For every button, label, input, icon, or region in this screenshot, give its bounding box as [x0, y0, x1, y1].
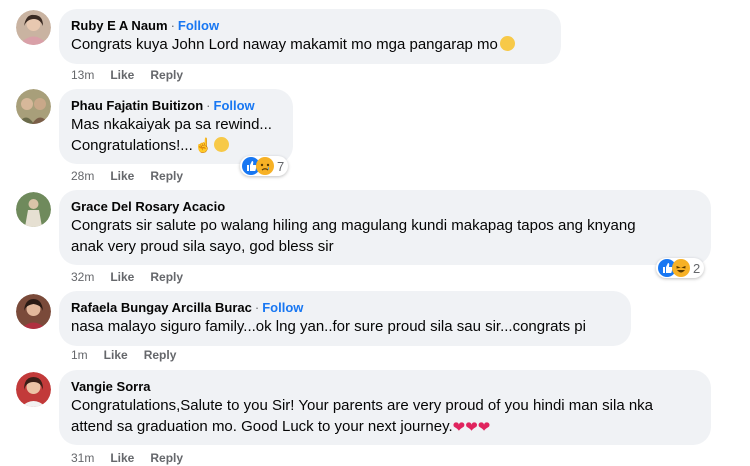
timestamp[interactable]: 31m — [71, 450, 94, 466]
comment-actions: 1m Like Reply — [71, 347, 192, 363]
comment-line: Congrats sir salute po walang hiling ang… — [71, 217, 636, 234]
like-button[interactable]: Like — [110, 450, 134, 466]
commenter-name[interactable]: Ruby E A Naum — [71, 18, 168, 33]
commenter-name[interactable]: Rafaela Bungay Arcilla Burac — [71, 300, 252, 315]
follow-button[interactable]: Follow — [214, 98, 255, 113]
reply-button[interactable]: Reply — [150, 450, 183, 466]
comment-item: Grace Del Rosary Acacio Congrats sir sal… — [0, 186, 750, 286]
comment-text: Congrats kuya John Lord naway makamit mo… — [71, 34, 549, 55]
like-button[interactable]: Like — [110, 168, 134, 184]
comment-actions: 32m Like Reply — [71, 269, 199, 285]
timestamp[interactable]: 32m — [71, 269, 94, 285]
comment-line: Congratulations!... ☝ — [71, 135, 281, 156]
comment-text: Congrats sir salute po walang hiling ang… — [71, 215, 699, 257]
commenter-name[interactable]: Phau Fajatin Buitizon — [71, 98, 203, 113]
reaction-summary[interactable]: 7 — [240, 156, 289, 176]
timestamp[interactable]: 28m — [71, 168, 94, 184]
comment-actions: 31m Like Reply — [71, 450, 199, 466]
like-button[interactable]: Like — [110, 67, 134, 83]
comment-bubble: Grace Del Rosary Acacio Congrats sir sal… — [59, 190, 711, 265]
comment-bubble: Vangie Sorra Congratulations,Salute to y… — [59, 370, 711, 445]
comment-bubble: Rafaela Bungay Arcilla Burac · Follow nasa… — [59, 291, 631, 346]
separator-dot: · — [206, 98, 211, 113]
pointing-finger-emoji: ☝ — [194, 137, 213, 153]
sad-icon — [256, 157, 274, 175]
reaction-summary[interactable]: 2 — [656, 258, 705, 278]
reply-button[interactable]: Reply — [150, 269, 183, 285]
reply-button[interactable]: Reply — [144, 347, 177, 363]
comment-actions: 13m Like Reply — [71, 67, 199, 83]
comment-line: Congratulations,Salute to you Sir! Your … — [71, 397, 654, 414]
comment-line: Congrats kuya John Lord naway makamit mo… — [71, 34, 549, 55]
comment-line: anak very proud sila sayo, god bless sir — [71, 238, 334, 255]
comment-text: Congratulations,Salute to you Sir! Your … — [71, 395, 699, 438]
comment-text: Mas nkakaiyak pa sa rewind... Congratula… — [71, 114, 281, 156]
smiling-face-emoji — [214, 137, 230, 152]
comment-item: Vangie Sorra Congratulations,Salute to y… — [0, 366, 750, 465]
heart-face-emoji: ❤ — [465, 419, 478, 436]
comment-text: nasa malayo siguro family...ok lng yan..… — [71, 316, 619, 337]
grinning-face-emoji — [499, 36, 515, 51]
avatar[interactable] — [16, 89, 51, 124]
timestamp[interactable]: 13m — [71, 67, 94, 83]
timestamp[interactable]: 1m — [71, 347, 88, 363]
separator-dot: · — [254, 300, 260, 315]
comment-item: Ruby E A Naum · Follow Congrats kuya John … — [0, 0, 750, 86]
comment-line: Mas nkakaiyak pa sa rewind... — [71, 116, 272, 133]
separator-dot: · — [170, 18, 175, 33]
comment-item: Phau Fajatin Buitizon · Follow Mas nkakaiy… — [0, 86, 750, 186]
haha-icon — [672, 259, 690, 277]
comment-bubble: Ruby E A Naum · Follow Congrats kuya John … — [59, 9, 561, 64]
like-button[interactable]: Like — [104, 347, 128, 363]
follow-button[interactable]: Follow — [178, 18, 219, 33]
reaction-count: 7 — [277, 158, 285, 174]
heart-face-emoji: ❤ — [477, 419, 491, 436]
avatar[interactable] — [16, 372, 51, 407]
avatar[interactable] — [16, 10, 51, 45]
follow-button[interactable]: Follow — [262, 300, 303, 315]
comment-actions: 28m Like Reply — [71, 168, 199, 184]
commenter-name[interactable]: Vangie Sorra — [71, 379, 150, 394]
avatar[interactable] — [16, 192, 51, 227]
like-button[interactable]: Like — [110, 269, 134, 285]
reply-button[interactable]: Reply — [150, 67, 183, 83]
comment-bubble: Phau Fajatin Buitizon · Follow Mas nkakaiy… — [59, 89, 293, 164]
comment-line: attend sa graduation mo. Good Luck to yo… — [71, 418, 491, 436]
reaction-count: 2 — [693, 260, 701, 276]
heart-face-emoji: ❤ — [452, 419, 466, 436]
comment-line: nasa malayo siguro family...ok lng yan..… — [71, 318, 586, 335]
avatar[interactable] — [16, 294, 51, 329]
reply-button[interactable]: Reply — [150, 168, 183, 184]
comment-item: Rafaela Bungay Arcilla Burac · Follow nasa… — [0, 286, 750, 366]
commenter-name[interactable]: Grace Del Rosary Acacio — [71, 199, 225, 214]
